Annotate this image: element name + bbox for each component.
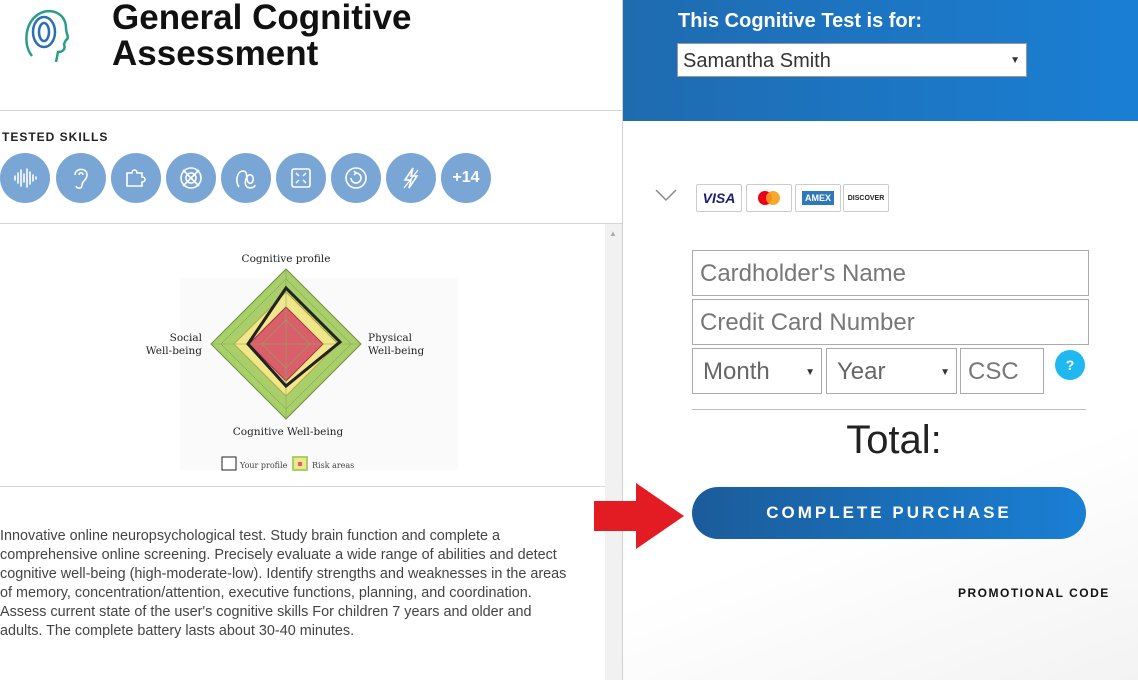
puzzle-icon[interactable] [111,153,161,203]
dropdown-caret-icon: ▼ [940,367,950,378]
page-title: General Cognitive Assessment [112,0,412,72]
user-select[interactable]: Samantha Smith ▼ [677,43,1027,77]
cardholder-name-field[interactable]: Cardholder's Name [692,250,1089,296]
axis-label-bottom: Cognitive Well-being [233,426,344,438]
brain-loop-icon[interactable] [221,153,271,203]
amex-card-icon: AMEX [795,184,841,212]
month-select[interactable]: Month ▼ [692,348,822,394]
dropdown-caret-icon: ▼ [805,367,815,378]
lightning-icon[interactable] [386,153,436,203]
test-description: Innovative online neuropsychological tes… [0,528,567,639]
scroll-up-arrow-icon[interactable]: ▲ [609,229,617,238]
total-label: Total: [846,418,942,462]
ear-icon[interactable] [56,153,106,203]
year-select[interactable]: Year ▼ [826,348,957,394]
cognitive-profile-chart: Cognitive profile Physical Well-being So… [0,224,605,486]
divider [0,486,605,487]
focus-frame-icon[interactable] [276,153,326,203]
tested-skills-label: TESTED SKILLS [2,130,109,144]
chevron-down-icon[interactable] [655,188,677,202]
more-skills-button[interactable]: +14 [441,153,491,203]
axis-label-left-2: Well-being [146,345,202,357]
test-header: General Cognitive Assessment [0,0,622,111]
csc-help-icon[interactable]: ? [1055,350,1085,380]
purchase-panel: This Cognitive Test is for: Samantha Smi… [622,0,1138,680]
legend-profile-swatch [221,456,237,471]
legend-profile-label: Your profile [239,461,288,470]
visa-card-icon: VISA [696,184,742,212]
promotional-code-link[interactable]: PROMOTIONAL CODE [958,586,1110,600]
axis-label-left-1: Social [170,332,203,344]
dropdown-caret-icon: ▼ [1010,55,1020,66]
red-arrow-icon [594,483,684,549]
selected-user: Samantha Smith [683,50,831,72]
mastercard-card-icon [746,184,792,212]
sound-wave-icon[interactable] [0,153,50,203]
divider [692,409,1086,410]
test-info-panel: General Cognitive Assessment TESTED SKIL… [0,0,622,680]
scrollbar[interactable] [605,224,622,680]
title-line-2: Assessment [112,34,319,73]
cycle-icon[interactable] [331,153,381,203]
radar-chart: Cognitive profile Physical Well-being So… [146,253,458,471]
complete-purchase-button[interactable]: COMPLETE PURCHASE [692,487,1086,539]
test-for-label: This Cognitive Test is for: [678,10,923,32]
title-line-1: General Cognitive [112,0,412,37]
axis-label-right-2: Well-being [368,345,424,357]
axis-label-right-1: Physical [368,332,413,344]
legend-risk-label: Risk areas [312,461,354,470]
csc-field[interactable]: CSC [960,348,1044,394]
head-logo-icon [25,9,70,63]
axis-label-top: Cognitive profile [242,253,331,265]
discover-card-icon: DISCOVER [843,184,889,212]
target-icon[interactable] [166,153,216,203]
credit-card-number-field[interactable]: Credit Card Number [692,299,1089,345]
test-for-banner: This Cognitive Test is for: Samantha Smi… [623,0,1138,121]
